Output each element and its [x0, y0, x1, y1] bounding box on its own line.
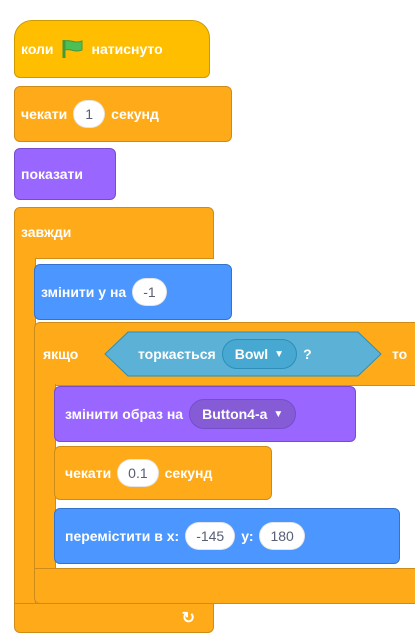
when-flag-clicked-block[interactable]: коли натиснуто	[14, 20, 210, 78]
clicked-label: натиснуто	[91, 41, 163, 57]
y-label: у:	[241, 528, 254, 544]
forever-arm	[14, 258, 36, 604]
loop-arrow-icon: ↻	[181, 610, 195, 627]
chevron-down-icon: ▼	[274, 348, 285, 360]
forever-label: завжди	[21, 224, 72, 240]
touching-label: торкається	[138, 346, 216, 362]
x-input[interactable]: -145	[185, 522, 236, 550]
touching-target-dropdown[interactable]: Bowl ▼	[221, 339, 298, 369]
wait-seconds-input[interactable]: 1	[73, 100, 106, 128]
switch-costume-block[interactable]: змінити образ на Button4-a ▼	[54, 386, 356, 442]
show-label: показати	[21, 166, 83, 182]
wait-label: чекати	[21, 106, 68, 122]
seconds-label: секунд	[111, 106, 159, 122]
go-to-x-label: перемістити в x:	[65, 528, 180, 544]
script-canvas: коли натиснуто чекати 1 секунд показати …	[0, 0, 415, 634]
show-block[interactable]: показати	[14, 148, 116, 200]
if-arm	[34, 384, 56, 570]
y-input[interactable]: 180	[259, 522, 305, 550]
change-y-label: змінити у на	[41, 284, 127, 300]
question-mark-label: ?	[303, 346, 312, 362]
costume-dropdown[interactable]: Button4-a ▼	[189, 399, 297, 429]
wait-short-block[interactable]: чекати 0.1 секунд	[54, 446, 272, 500]
go-to-xy-block[interactable]: перемістити в x: -145 у: 180	[54, 508, 400, 564]
if-label: якщо	[43, 346, 79, 362]
touching-block[interactable]: торкається Bowl ▼ ?	[104, 331, 382, 377]
wait-short-input[interactable]: 0.1	[117, 459, 159, 487]
forever-bottom: ↻	[14, 603, 214, 633]
if-bottom	[34, 568, 415, 604]
chevron-down-icon: ▼	[273, 408, 284, 420]
costume-value: Button4-a	[202, 406, 268, 422]
forever-block[interactable]: завжди	[14, 207, 214, 259]
then-label: то	[392, 346, 408, 362]
wait-block[interactable]: чекати 1 секунд	[14, 86, 232, 142]
touching-target-value: Bowl	[234, 346, 269, 362]
wait-short-label: чекати	[65, 465, 112, 481]
change-y-input[interactable]: -1	[132, 278, 167, 306]
green-flag-icon	[60, 38, 86, 60]
when-label: коли	[21, 41, 54, 57]
change-y-block[interactable]: змінити у на -1	[34, 264, 232, 320]
switch-costume-label: змінити образ на	[65, 406, 184, 422]
seconds-short-label: секунд	[164, 465, 213, 481]
